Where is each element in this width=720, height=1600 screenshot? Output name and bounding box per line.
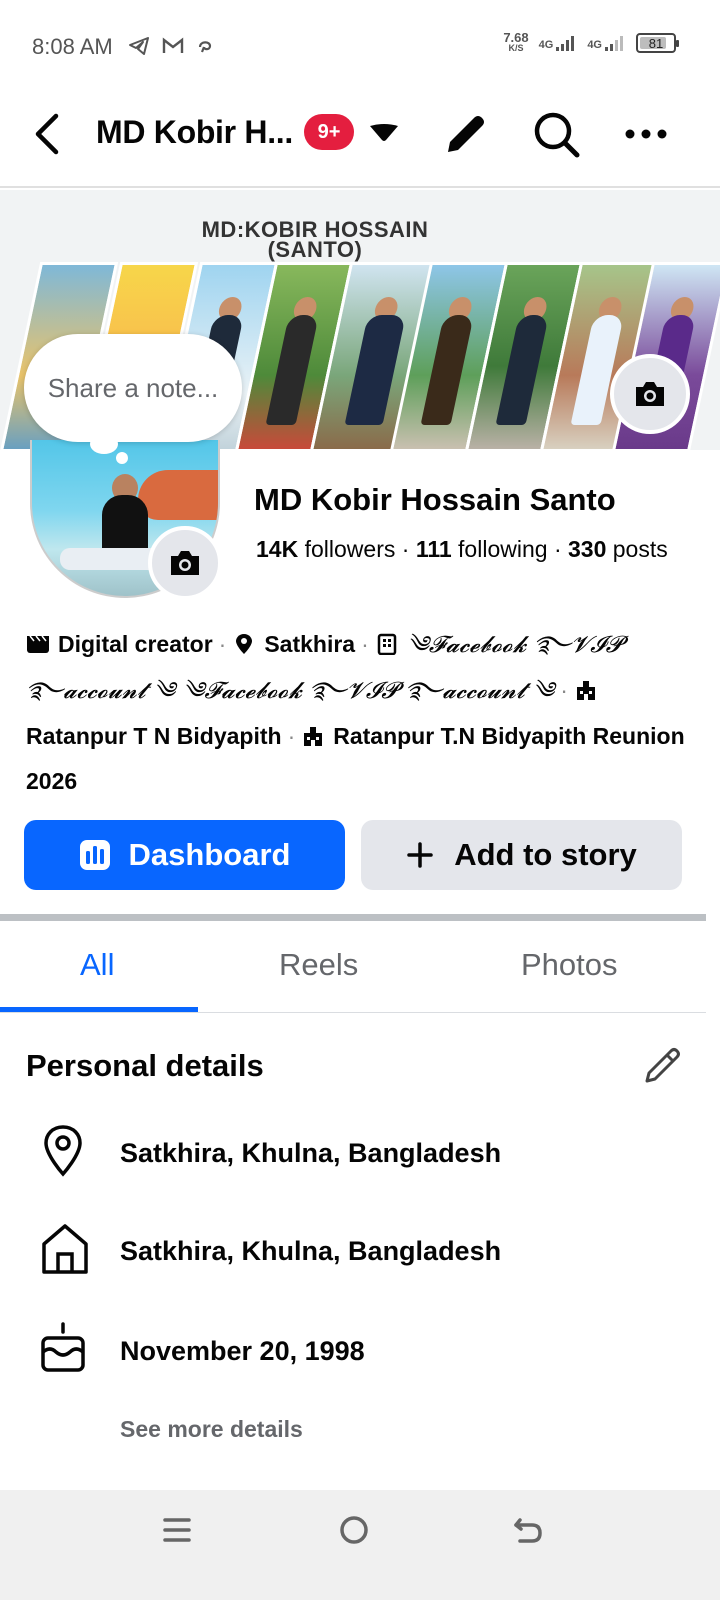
speed-value: 7.68 xyxy=(503,30,529,45)
followers-label[interactable]: followers xyxy=(305,536,396,562)
note-bubble-tail xyxy=(116,452,128,464)
see-more-details-link[interactable]: See more details xyxy=(120,1416,303,1443)
tab-reels[interactable]: Reels xyxy=(279,947,358,983)
stats-separator: · xyxy=(553,536,562,562)
network-type-1: 4G xyxy=(538,39,554,51)
dropdown-caret-icon[interactable] xyxy=(368,122,400,144)
page-icon xyxy=(377,633,397,655)
search-icon[interactable] xyxy=(530,108,582,160)
cover-title-line2: (SANTO) xyxy=(267,237,363,262)
section-divider xyxy=(0,914,706,921)
cover-title: MD:KOBIR HOSSAIN (SANTO) xyxy=(0,219,630,262)
school-icon xyxy=(576,681,595,700)
intro-location: Satkhira xyxy=(264,631,356,657)
stats-separator: · xyxy=(401,536,410,562)
active-tab-indicator xyxy=(0,1007,198,1012)
telegram-icon xyxy=(129,37,149,55)
location-pin-icon xyxy=(44,1125,82,1177)
signal-2: 4G xyxy=(587,35,626,51)
category-icon xyxy=(27,635,49,653)
intro-category: Digital creator xyxy=(58,631,213,657)
system-navigation-bar xyxy=(0,1490,720,1600)
back-icon[interactable] xyxy=(28,110,68,158)
edit-details-icon[interactable] xyxy=(642,1044,684,1086)
more-icon[interactable] xyxy=(624,122,668,146)
camera-icon xyxy=(171,551,199,575)
edit-cover-photo-button[interactable] xyxy=(610,354,690,434)
following-count[interactable]: 111 xyxy=(416,536,452,562)
signal-icon xyxy=(605,36,623,51)
tab-photos[interactable]: Photos xyxy=(521,947,618,983)
note-bubble-tail xyxy=(90,434,118,454)
intro-school-1[interactable]: Ratanpur T N Bidyapith xyxy=(26,723,282,749)
birthday-text: November 20, 1998 xyxy=(120,1336,365,1366)
detail-current-city: Satkhira, Khulna, Bangladesh xyxy=(40,1124,680,1184)
dashboard-button[interactable]: Dashboard xyxy=(24,820,345,890)
profile-stats: 14K followers · 111 following · 330 post… xyxy=(256,536,668,563)
signal-1: 4G xyxy=(539,35,578,51)
home-icon xyxy=(42,1224,88,1274)
dashboard-label: Dashboard xyxy=(128,837,291,872)
profile-intro: Digital creator · Satkhira · ༄𝓕𝓪𝓬𝓮𝓫𝓸𝓸𝓴 ࿐𝓥𝓘𝓟 … xyxy=(26,631,685,794)
add-to-story-label: Add to story xyxy=(454,837,637,872)
following-label[interactable]: following xyxy=(458,536,548,562)
detail-birthday: November 20, 1998 xyxy=(40,1322,680,1382)
gmail-icon xyxy=(162,37,184,53)
location-pin-icon xyxy=(236,634,253,654)
hometown-text: Satkhira, Khulna, Bangladesh xyxy=(120,1236,502,1266)
personal-details-title: Personal details xyxy=(26,1048,264,1083)
status-bar: 8:08 AM 7.68 K/S 4G 4G 81 xyxy=(0,0,720,92)
posts-count: 330 xyxy=(568,536,607,562)
share-note-bubble[interactable]: Share a note... xyxy=(24,334,242,442)
status-notification-icons xyxy=(128,36,214,56)
camera-icon xyxy=(636,382,664,406)
followers-count[interactable]: 14K xyxy=(256,536,298,562)
school-icon xyxy=(304,727,323,746)
detail-hometown: Satkhira, Khulna, Bangladesh xyxy=(40,1222,680,1282)
plus-icon xyxy=(407,842,433,868)
network-speed: 7.68 K/S xyxy=(503,30,529,54)
profile-name: MD Kobir Hossain Santo xyxy=(254,482,616,517)
profile-tabs: All Reels Photos xyxy=(0,921,706,1013)
signal-icon xyxy=(556,36,575,51)
posts-label: posts xyxy=(612,536,668,562)
battery-level: 81 xyxy=(648,35,664,51)
back-button-icon[interactable] xyxy=(510,1512,546,1548)
notification-icon xyxy=(198,41,212,53)
network-type-2: 4G xyxy=(587,39,602,51)
edit-pencil-icon[interactable] xyxy=(440,108,492,160)
add-to-story-button[interactable]: Add to story xyxy=(361,820,682,890)
dashboard-icon xyxy=(79,840,110,870)
current-city-text: Satkhira, Khulna, Bangladesh xyxy=(120,1138,502,1168)
battery-icon: 81 xyxy=(636,33,679,53)
edit-profile-picture-button[interactable] xyxy=(148,526,222,600)
home-button-icon[interactable] xyxy=(336,1512,372,1548)
profile-header: MD Kobir H... 9+ xyxy=(0,92,720,188)
page-title[interactable]: MD Kobir H... xyxy=(96,114,293,151)
recent-apps-icon[interactable] xyxy=(160,1512,194,1548)
notification-badge[interactable]: 9+ xyxy=(304,114,354,150)
birthday-cake-icon xyxy=(41,1322,85,1372)
tab-all[interactable]: All xyxy=(80,947,114,983)
status-time: 8:08 AM xyxy=(32,34,113,59)
